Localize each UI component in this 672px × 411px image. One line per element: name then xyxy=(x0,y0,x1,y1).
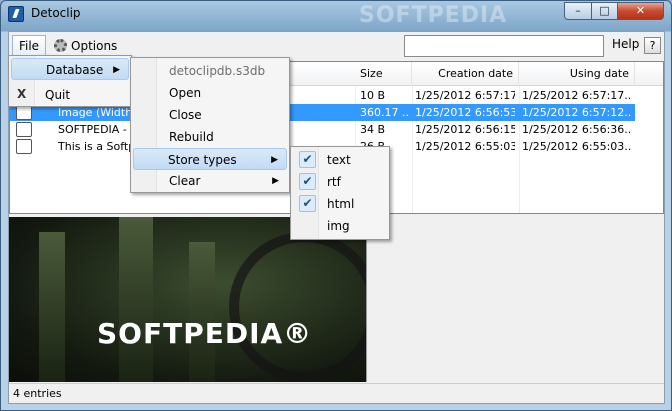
menu-item-label: rtf xyxy=(327,175,341,189)
row-size: 360.17 ... xyxy=(360,106,410,119)
row-using: 1/25/2012 6:56:36... xyxy=(522,123,632,136)
table-row[interactable]: SOFTPEDIA - L 34 B 1/25/2012 6:56:15... … xyxy=(10,121,635,138)
submenu-arrow-icon: ▶ xyxy=(113,65,120,75)
preview-logo: SOFTPEDIA® xyxy=(97,317,313,350)
row-using: 1/25/2012 6:57:12... xyxy=(522,106,632,119)
preview-empty-area xyxy=(366,217,664,382)
minimize-button[interactable]: – xyxy=(564,2,592,20)
menu-item-quit[interactable]: X Quit xyxy=(11,84,129,106)
database-menu: detoclipdb.s3db Open Close Rebuild Store… xyxy=(130,57,290,193)
check-icon: ✔ xyxy=(299,173,316,190)
menu-item-clear[interactable]: Clear ▶ xyxy=(133,170,287,192)
check-icon: ✔ xyxy=(299,195,316,212)
gear-icon xyxy=(54,39,67,52)
row-size: 10 B xyxy=(360,89,386,102)
preview-decoration xyxy=(119,217,153,382)
submenu-arrow-icon: ▶ xyxy=(272,176,279,186)
store-types-menu: ✔ text ✔ rtf ✔ html img xyxy=(290,146,390,240)
menu-item-label: Open xyxy=(169,86,202,100)
menu-item-store-rtf[interactable]: ✔ rtf xyxy=(293,171,387,193)
close-button[interactable]: ✕ xyxy=(617,2,664,20)
menu-item-label: Rebuild xyxy=(169,130,214,144)
menu-options-label: Options xyxy=(71,39,118,53)
menu-item-store-types[interactable]: Store types ▶ xyxy=(133,148,287,170)
title-watermark: SOFTPEDIA xyxy=(359,3,508,28)
text-clip-icon xyxy=(16,139,32,154)
check-icon: ✔ xyxy=(299,151,316,168)
image-clip-icon xyxy=(16,105,32,120)
menu-item-db-file: detoclipdb.s3db xyxy=(133,60,287,82)
help-button[interactable]: ? xyxy=(644,37,661,54)
preview-decoration xyxy=(189,242,215,382)
text-clip-icon xyxy=(16,122,32,137)
menu-item-close[interactable]: Close xyxy=(133,104,287,126)
help-label[interactable]: Help xyxy=(612,37,639,51)
menu-item-database[interactable]: Database ▶ xyxy=(11,58,129,80)
row-created: 1/25/2012 6:56:15... xyxy=(415,123,515,136)
menu-item-label: img xyxy=(327,219,350,233)
preview-decoration xyxy=(229,232,366,382)
menu-item-store-img[interactable]: img xyxy=(293,215,387,237)
status-text: 4 entries xyxy=(13,387,62,400)
file-menu: Database ▶ X Quit xyxy=(8,55,132,107)
maximize-button[interactable]: □ xyxy=(591,2,618,20)
quit-icon: X xyxy=(17,87,27,101)
menu-item-store-text[interactable]: ✔ text xyxy=(293,149,387,171)
menu-options[interactable]: Options xyxy=(51,35,117,57)
menu-item-label: text xyxy=(327,153,351,167)
menu-item-store-html[interactable]: ✔ html xyxy=(293,193,387,215)
window-title: Detoclip xyxy=(31,6,81,20)
menu-item-label: Clear xyxy=(169,174,201,188)
search-input[interactable] xyxy=(404,35,604,57)
preview-decoration xyxy=(39,232,65,382)
app-icon[interactable] xyxy=(8,6,24,22)
row-created: 1/25/2012 6:55:03... xyxy=(415,140,515,153)
status-bar: 4 entries xyxy=(9,383,664,403)
menu-item-label: Quit xyxy=(45,88,71,102)
row-created: 1/25/2012 6:57:17... xyxy=(415,89,515,102)
row-created: 1/25/2012 6:56:53... xyxy=(415,106,515,119)
menu-item-label: html xyxy=(327,197,355,211)
row-size: 34 B xyxy=(360,123,386,136)
column-size[interactable]: Size xyxy=(355,62,412,86)
menu-item-label: Database xyxy=(46,63,104,77)
menu-item-label: detoclipdb.s3db xyxy=(169,64,266,78)
row-using: 1/25/2012 6:57:17... xyxy=(522,89,632,102)
row-using: 1/25/2012 6:55:03... xyxy=(522,140,632,153)
menu-item-label: Store types xyxy=(168,153,237,167)
menu-file[interactable]: File xyxy=(12,35,46,57)
menu-item-open[interactable]: Open xyxy=(133,82,287,104)
menu-item-rebuild[interactable]: Rebuild xyxy=(133,126,287,148)
image-preview: SOFTPEDIA® xyxy=(9,217,366,382)
column-using-date[interactable]: Using date xyxy=(519,62,635,86)
submenu-arrow-icon: ▶ xyxy=(271,155,278,165)
menu-item-label: Close xyxy=(169,108,202,122)
title-bar[interactable]: Detoclip SOFTPEDIA – □ ✕ xyxy=(1,1,671,29)
column-creation-date[interactable]: Creation date xyxy=(412,62,519,86)
